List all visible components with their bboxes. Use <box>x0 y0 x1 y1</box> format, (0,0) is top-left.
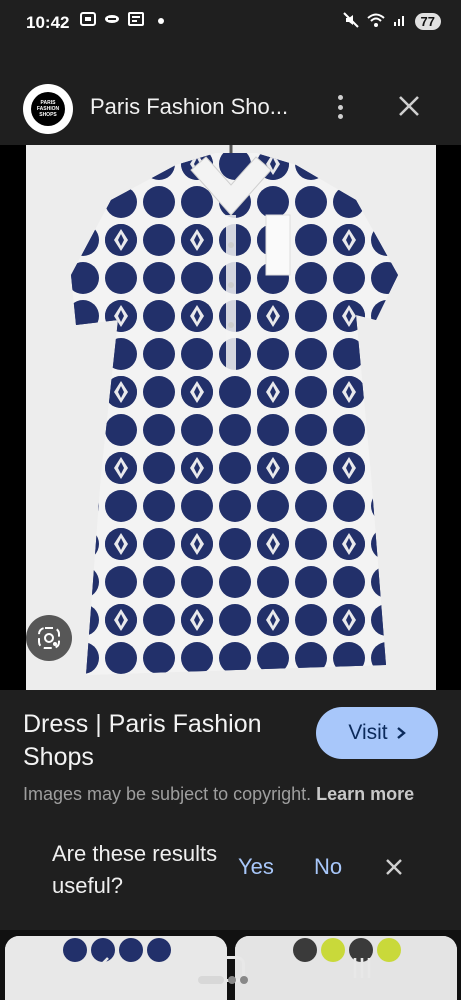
yes-button[interactable]: Yes <box>238 854 274 880</box>
dismiss-feedback-icon[interactable] <box>384 857 404 877</box>
image-viewer <box>0 145 461 690</box>
visit-label: Visit <box>348 721 388 744</box>
feedback-question: Are these results useful? <box>52 841 218 898</box>
chevron-right-icon <box>396 727 406 739</box>
copyright-notice: Images may be subject to copyright. Lear… <box>23 780 433 824</box>
wifi-icon <box>366 13 385 30</box>
status-time: 10:42 <box>26 13 70 32</box>
page-indicator <box>198 976 248 984</box>
learn-more-link[interactable]: Learn more <box>316 784 414 804</box>
result-title[interactable]: Dress | Paris Fashion Shops <box>23 708 303 774</box>
notification-dot-icon <box>158 17 164 24</box>
battery-indicator: 77 <box>414 13 441 30</box>
site-logo[interactable]: PARIS FASHION SHOPS <box>23 84 73 134</box>
close-icon[interactable] <box>396 93 422 119</box>
spotify-icon <box>104 12 120 29</box>
back-icon[interactable] <box>92 956 114 980</box>
site-logo-text: PARIS FASHION SHOPS <box>31 92 65 126</box>
lens-icon[interactable] <box>26 615 72 661</box>
status-notification-icons <box>80 12 164 29</box>
screenshot-icon <box>80 12 96 29</box>
dress-image[interactable] <box>26 145 436 690</box>
signal-icon <box>393 13 407 30</box>
status-bar: 10:42 77 <box>0 0 461 48</box>
news-icon <box>128 12 144 29</box>
recent-apps-icon[interactable] <box>350 956 374 980</box>
more-options-icon[interactable] <box>330 92 350 122</box>
copyright-text: Images may be subject to copyright. <box>23 784 312 804</box>
mute-icon <box>342 12 359 31</box>
site-title[interactable]: Paris Fashion Sho... <box>90 94 288 120</box>
no-button[interactable]: No <box>314 854 342 880</box>
visit-button[interactable]: Visit <box>316 707 438 759</box>
status-system-icons: 77 <box>342 12 441 31</box>
